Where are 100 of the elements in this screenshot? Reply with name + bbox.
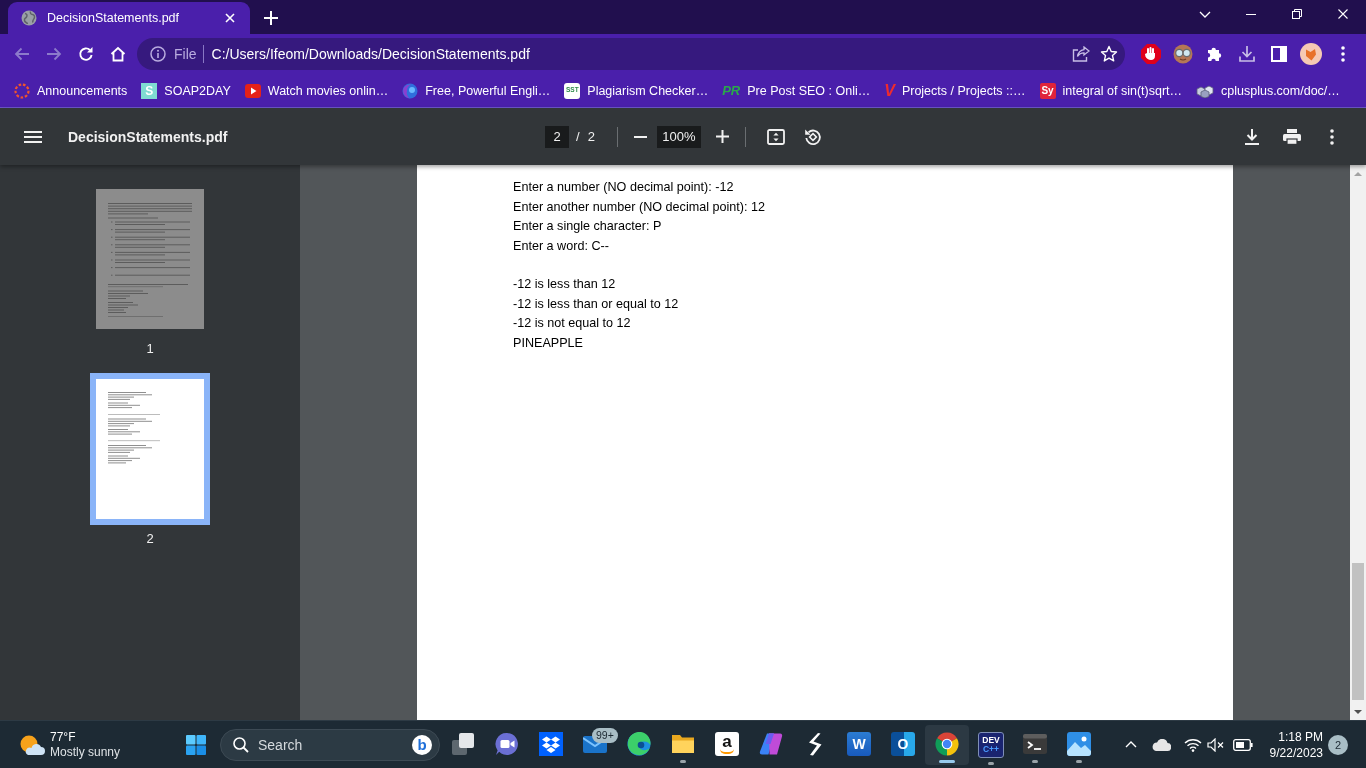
clock[interactable]: 1:18 PM 9/22/2023 xyxy=(1261,728,1327,761)
menu-icon xyxy=(24,130,42,143)
diamonds-icon xyxy=(539,731,563,756)
back-arrow-icon xyxy=(14,47,30,61)
bookmark[interactable]: cplusplus.com/doc/… xyxy=(1196,76,1340,105)
sun-cloud-icon xyxy=(19,733,45,756)
cubes-icon xyxy=(1196,83,1214,98)
browser-logo-icon xyxy=(935,731,959,756)
home-icon xyxy=(110,46,126,62)
letter-logo: Sy xyxy=(1039,82,1056,99)
page-separator: / xyxy=(576,129,580,144)
text-line: -12 is less than 12 xyxy=(513,276,616,293)
thumbnail-page-number: 2 xyxy=(146,531,154,547)
plus-icon xyxy=(716,130,730,143)
battery-icon xyxy=(1233,738,1253,751)
print-icon xyxy=(1283,128,1301,145)
text-line: -12 is not equal to 12 xyxy=(513,315,631,332)
restore-icon xyxy=(1292,9,1302,19)
url-text: C:/Users/Ifeom/Downloads/DecisionStatements.pdf xyxy=(211,46,531,62)
ribbon-logo-icon xyxy=(759,731,783,756)
page-number-field[interactable]: 2 xyxy=(545,125,570,148)
reload-icon xyxy=(78,46,94,62)
minimize-icon xyxy=(1246,13,1256,15)
notification-count[interactable]: 2 xyxy=(1328,734,1348,755)
triangle-up-icon xyxy=(1354,171,1362,176)
avatar-icon xyxy=(1300,43,1322,65)
muted-speaker-icon xyxy=(1207,737,1225,752)
taskbar-app-button[interactable]: 99+ xyxy=(573,724,617,765)
tab-title: DecisionStatements.pdf xyxy=(47,11,180,25)
cloud-icon xyxy=(1151,738,1171,751)
text-line: Enter a single character: P xyxy=(513,218,662,235)
browser-tab[interactable]: DecisionStatements.pdf xyxy=(8,2,250,34)
document-title: DecisionStatements.pdf xyxy=(68,128,228,145)
address-bar[interactable]: File C:/Users/Ifeom/Downloads/DecisionStatements.pdf xyxy=(137,38,1125,70)
weather-widget[interactable]: 77°F Mostly sunny xyxy=(0,729,174,760)
goggles-face-icon xyxy=(1173,44,1193,64)
scrollbar-thumb[interactable] xyxy=(1352,563,1364,700)
search-icon xyxy=(233,736,249,753)
text-line: PINEAPPLE xyxy=(513,334,583,352)
letter-logo: PR xyxy=(722,82,741,99)
bookmark[interactable]: Announcements xyxy=(14,76,128,105)
taskbar-app-button[interactable] xyxy=(925,724,969,765)
download-icon xyxy=(1239,46,1255,62)
weather-condition: Mostly sunny xyxy=(50,744,121,760)
scheme-label: File xyxy=(174,46,197,62)
triangle-down-icon xyxy=(1354,709,1362,714)
letter-logo: W xyxy=(847,731,871,756)
zoom-field[interactable]: 100% xyxy=(656,125,701,148)
letter-logo: a xyxy=(715,731,739,756)
text-line: Enter a number (NO decimal point): -12 xyxy=(513,179,734,196)
play-icon xyxy=(244,82,261,99)
close-icon xyxy=(225,13,235,23)
bookmark[interactable]: V Projects / Projects ::… xyxy=(884,76,1026,105)
letter-logo: DEV C++ xyxy=(978,731,1004,758)
wifi-icon xyxy=(1184,737,1202,752)
minus-icon xyxy=(634,135,648,138)
taskbar-app-button[interactable]: a xyxy=(705,724,749,765)
close-icon xyxy=(1338,9,1348,19)
side-panel-icon xyxy=(1271,46,1287,62)
landscape-icon xyxy=(1067,731,1091,756)
rotate-icon xyxy=(803,127,822,146)
puzzle-piece-icon xyxy=(1207,46,1223,62)
share-icon xyxy=(1072,46,1090,62)
page-count: 2 xyxy=(587,129,595,144)
search-box[interactable]: Search b xyxy=(220,728,440,761)
bookmark[interactable]: Free, Powerful Engli… xyxy=(402,76,551,105)
info-icon xyxy=(150,46,166,62)
more-icon xyxy=(1330,128,1334,145)
bookmark[interactable]: Watch movies onlin… xyxy=(244,76,389,105)
swirl-icon xyxy=(627,731,651,756)
plus-icon xyxy=(264,11,278,25)
dotted-ring-icon xyxy=(14,82,30,99)
bookmark[interactable]: PR Pre Post SEO : Onli… xyxy=(722,76,871,105)
page-thumbnail[interactable] xyxy=(90,373,210,525)
bookmark[interactable]: Sy integral of sin(t)sqrt… xyxy=(1039,76,1182,105)
letter-logo: O xyxy=(891,731,915,756)
taskbar-app-button[interactable]: O xyxy=(881,724,925,765)
video-camera-icon xyxy=(495,731,519,756)
letter-logo: S xyxy=(141,82,158,99)
taskbar-app-button[interactable]: W xyxy=(837,724,881,765)
grid-squares-icon xyxy=(186,734,206,755)
unread-count: 99+ xyxy=(592,727,618,743)
text-line: -12 is less than or equal to 12 xyxy=(513,295,679,313)
page-thumbnail[interactable] xyxy=(96,189,204,329)
taskbar-app-button[interactable]: DEV C++ xyxy=(969,724,1013,765)
bookmark[interactable]: S SOAP2DAY xyxy=(141,76,231,105)
download-icon xyxy=(1245,128,1259,145)
chevron-down-icon xyxy=(1199,10,1211,18)
fit-to-page-icon xyxy=(766,128,785,145)
text-line: Enter a word: C-- xyxy=(513,237,609,255)
globe-icon xyxy=(21,10,37,26)
thumbnail-page-number: 1 xyxy=(146,341,154,357)
stop-hand-icon xyxy=(1141,44,1161,64)
letter-logo: b xyxy=(412,734,432,755)
temperature: 77°F xyxy=(50,729,77,745)
chevron-up-icon xyxy=(1125,741,1137,748)
overlapping-squares-icon xyxy=(451,731,475,756)
letter-logo: V xyxy=(884,82,895,99)
circle-logo-icon xyxy=(402,82,419,99)
scrollbar[interactable] xyxy=(1350,165,1366,720)
